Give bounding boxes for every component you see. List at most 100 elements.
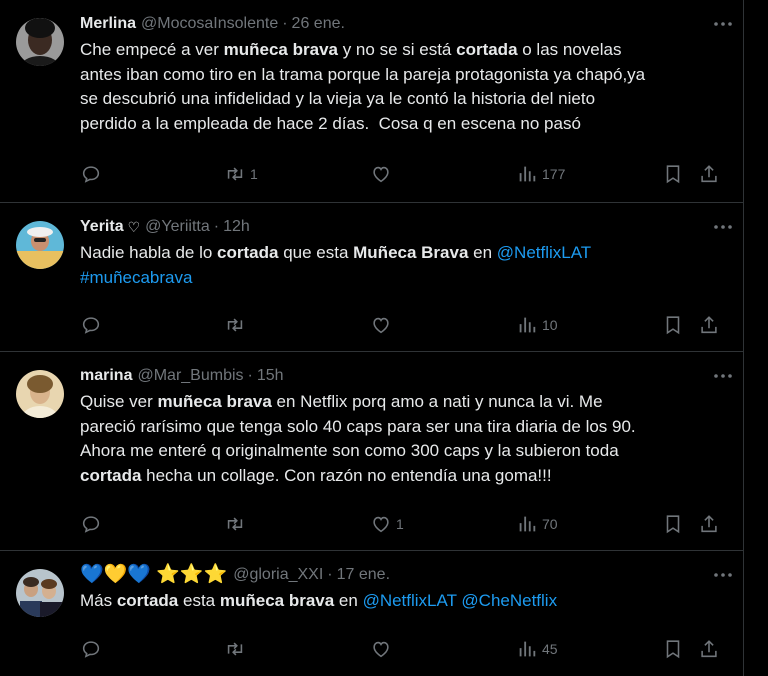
- avatar-gloria[interactable]: [16, 569, 64, 617]
- highlighted-term: muñeca brava: [157, 392, 272, 411]
- views-icon: [516, 638, 538, 660]
- tweet-text: Más cortada esta muñeca brava en @Netfli…: [80, 589, 727, 614]
- tweet-link[interactable]: @NetflixLAT: [363, 591, 457, 610]
- user-handle[interactable]: @gloria_XXI: [233, 566, 323, 584]
- retweet-icon: [224, 513, 246, 535]
- views-button[interactable]: 45: [516, 637, 558, 661]
- retweet-icon: [224, 163, 246, 185]
- tweet-text-segment: en: [334, 591, 363, 610]
- reply-button[interactable]: [80, 637, 106, 661]
- like-icon: [370, 638, 392, 660]
- tweet-header: marina @Mar_Bumbis · 15h: [80, 366, 727, 386]
- views-button[interactable]: 10: [516, 313, 558, 337]
- display-name[interactable]: 💙💛💙 ⭐⭐⭐: [80, 565, 227, 585]
- tweet-link[interactable]: @CheNetflix: [461, 591, 557, 610]
- highlighted-term: cortada: [217, 243, 279, 262]
- tweet-text: Nadie habla de lo cortada que esta Muñec…: [80, 241, 727, 290]
- reply-button[interactable]: [80, 162, 106, 186]
- tweet-actions: 45: [80, 637, 740, 661]
- views-icon: [516, 163, 538, 185]
- timeline-feed: Merlina @MocosaInsolente · 26 ene. Che e…: [0, 0, 744, 676]
- tweet-header: Yerita ♡ @Yeriitta · 12h: [80, 217, 727, 237]
- views-icon: [516, 513, 538, 535]
- views-button[interactable]: 177: [516, 162, 565, 186]
- avatar-yerita[interactable]: [16, 221, 64, 269]
- like-icon: [370, 513, 392, 535]
- tweet-actions: 10: [80, 313, 740, 337]
- views-button[interactable]: 70: [516, 512, 558, 536]
- avatar-merlina[interactable]: [16, 18, 64, 66]
- share-button[interactable]: [698, 637, 720, 661]
- retweet-count: 1: [250, 166, 258, 182]
- reply-icon: [80, 513, 102, 535]
- tweet-link[interactable]: #muñecabrava: [80, 268, 192, 287]
- separator-dot: ·: [247, 367, 253, 384]
- tweet-text-segment: hecha un collage. Con razón no entendía …: [141, 465, 552, 485]
- separator-dot: ·: [213, 218, 220, 235]
- bookmark-button[interactable]: [662, 512, 684, 536]
- retweet-button[interactable]: [224, 313, 250, 337]
- display-name[interactable]: Merlina: [80, 15, 136, 33]
- tweet-actions: 1 177: [80, 162, 740, 186]
- bookmark-icon: [662, 638, 684, 660]
- more-icon[interactable]: [711, 366, 735, 386]
- bookmark-button[interactable]: [662, 637, 684, 661]
- bookmark-button[interactable]: [662, 313, 684, 337]
- tweet-2[interactable]: Yerita ♡ @Yeriitta · 12h Nadie habla de …: [0, 203, 743, 352]
- tweet-header: 💙💛💙 ⭐⭐⭐ @gloria_XXI · 17 ene.: [80, 565, 727, 585]
- share-button[interactable]: [698, 512, 720, 536]
- retweet-button[interactable]: [224, 512, 250, 536]
- reply-icon: [80, 163, 102, 185]
- views-count: 177: [542, 166, 566, 182]
- display-name[interactable]: Yerita: [80, 218, 124, 236]
- share-button[interactable]: [698, 313, 720, 337]
- share-button[interactable]: [698, 162, 720, 186]
- like-count: 1: [396, 516, 404, 532]
- user-handle[interactable]: @Mar_Bumbis: [137, 367, 243, 385]
- retweet-icon: [224, 314, 246, 336]
- tweet-text-segment: Más: [80, 591, 117, 610]
- reply-icon: [80, 314, 102, 336]
- tweet-1[interactable]: Merlina @MocosaInsolente · 26 ene. Che e…: [0, 0, 743, 203]
- reply-button[interactable]: [80, 313, 106, 337]
- bookmark-button[interactable]: [662, 162, 684, 186]
- views-count: 70: [542, 516, 558, 532]
- timestamp[interactable]: 26 ene.: [292, 15, 345, 33]
- like-icon: [370, 163, 392, 185]
- timestamp[interactable]: 17 ene.: [337, 566, 390, 584]
- user-handle[interactable]: @MocosaInsolente: [141, 15, 278, 33]
- tweet-text-segment: esta: [178, 591, 220, 610]
- more-icon[interactable]: [711, 217, 735, 237]
- retweet-button[interactable]: 1: [224, 162, 258, 186]
- more-icon[interactable]: [711, 565, 735, 585]
- views-count: 45: [542, 641, 558, 657]
- reply-button[interactable]: [80, 512, 106, 536]
- share-icon: [698, 314, 720, 336]
- tweet-3[interactable]: marina @Mar_Bumbis · 15h Quise ver muñec…: [0, 352, 743, 551]
- like-icon: [370, 314, 392, 336]
- bookmark-icon: [662, 513, 684, 535]
- name-heart-emoji: ♡: [127, 218, 141, 235]
- tweet-link[interactable]: @NetflixLAT: [497, 243, 591, 262]
- retweet-button[interactable]: [224, 637, 250, 661]
- share-icon: [698, 513, 720, 535]
- tweet-text-segment: Quise ver: [80, 392, 158, 411]
- timestamp[interactable]: 12h: [223, 218, 250, 236]
- like-button[interactable]: [370, 637, 396, 661]
- like-button[interactable]: [370, 313, 396, 337]
- highlighted-term: muñeca brava: [223, 40, 338, 59]
- tweet-actions: 1 70: [80, 512, 740, 536]
- tweet-4[interactable]: 💙💛💙 ⭐⭐⭐ @gloria_XXI · 17 ene. Más cortad…: [0, 551, 743, 676]
- user-handle[interactable]: @Yeriitta: [145, 218, 210, 236]
- separator-dot: ·: [282, 15, 288, 32]
- share-icon: [698, 163, 720, 185]
- avatar-marina[interactable]: [16, 370, 64, 418]
- like-button[interactable]: 1: [370, 512, 404, 536]
- highlighted-term: cortada: [80, 465, 142, 485]
- display-name[interactable]: marina: [80, 367, 132, 385]
- timestamp[interactable]: 15h: [257, 367, 284, 385]
- tweet-text-segment: Nadie habla de lo: [80, 243, 218, 262]
- like-button[interactable]: [370, 162, 396, 186]
- more-icon[interactable]: [711, 14, 735, 34]
- tweet-text-segment: Che empecé a ver: [80, 40, 224, 59]
